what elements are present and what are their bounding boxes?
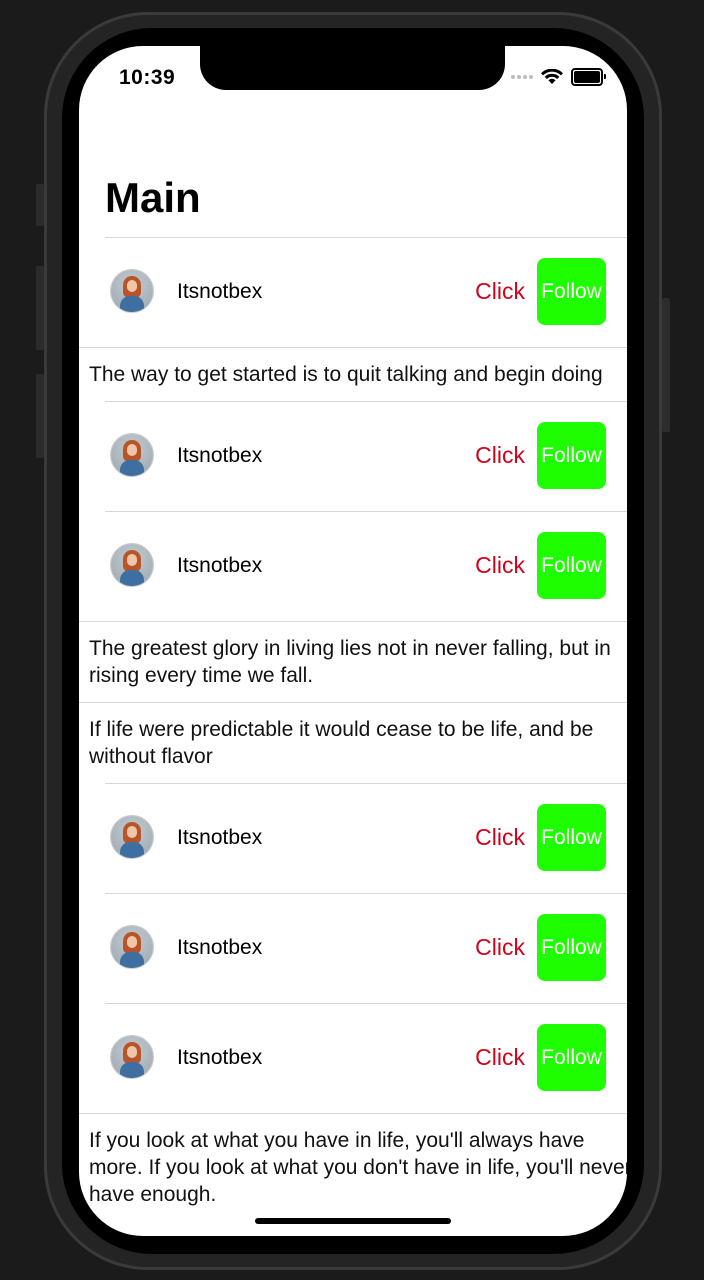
avatar [111,270,153,312]
click-button[interactable]: Click [475,1044,525,1071]
follow-button[interactable]: Follow [537,804,606,871]
username-label: Itsnotbex [177,826,263,849]
status-time: 10:39 [119,66,176,89]
follow-button[interactable]: Follow [537,532,606,599]
notch [200,46,505,90]
battery-icon [571,68,606,86]
quote-text: If you look at what you have in life, yo… [89,1129,627,1206]
user-row[interactable]: Itsnotbex Click Follow [105,1003,627,1113]
follow-button[interactable]: Follow [537,914,606,981]
mute-switch [36,184,44,226]
username-label: Itsnotbex [177,1046,263,1069]
click-button[interactable]: Click [475,824,525,851]
username-label: Itsnotbex [177,444,263,467]
volume-down-button [36,374,44,458]
follow-button[interactable]: Follow [537,258,606,325]
home-indicator[interactable] [255,1218,451,1224]
page-title: Main [105,174,201,221]
status-icons [511,68,606,86]
click-button[interactable]: Click [475,442,525,469]
quote-text: If life were predictable it would cease … [89,718,594,768]
quote-row[interactable]: The greatest glory in living lies not in… [79,621,627,702]
click-button[interactable]: Click [475,934,525,961]
volume-up-button [36,266,44,350]
click-button[interactable]: Click [475,278,525,305]
quote-text: The greatest glory in living lies not in… [89,637,611,687]
click-button[interactable]: Click [475,552,525,579]
user-row[interactable]: Itsnotbex Click Follow [105,237,627,347]
follow-button[interactable]: Follow [537,422,606,489]
username-label: Itsnotbex [177,280,263,303]
user-row[interactable]: Itsnotbex Click Follow [105,893,627,1003]
username-label: Itsnotbex [177,936,263,959]
user-row[interactable]: Itsnotbex Click Follow [105,401,627,511]
user-row[interactable]: Itsnotbex Click Follow [105,783,627,893]
cellular-signal-icon [511,75,533,79]
username-label: Itsnotbex [177,554,263,577]
quote-text: The way to get started is to quit talkin… [89,363,603,386]
follow-button[interactable]: Follow [537,1024,606,1091]
quote-row[interactable]: If you look at what you have in life, yo… [79,1113,627,1221]
quote-row[interactable]: The way to get started is to quit talkin… [79,347,627,401]
avatar [111,434,153,476]
screen: 10:39 Main Itsnotbex Click Follow The wa… [79,46,627,1236]
avatar [111,926,153,968]
avatar [111,544,153,586]
power-button [662,298,670,432]
user-row[interactable]: Itsnotbex Click Follow [105,511,627,621]
avatar [111,816,153,858]
quote-row[interactable]: If life were predictable it would cease … [79,702,627,783]
feed-list[interactable]: Itsnotbex Click Follow The way to get st… [79,237,627,1221]
avatar [111,1036,153,1078]
wifi-icon [541,69,563,84]
